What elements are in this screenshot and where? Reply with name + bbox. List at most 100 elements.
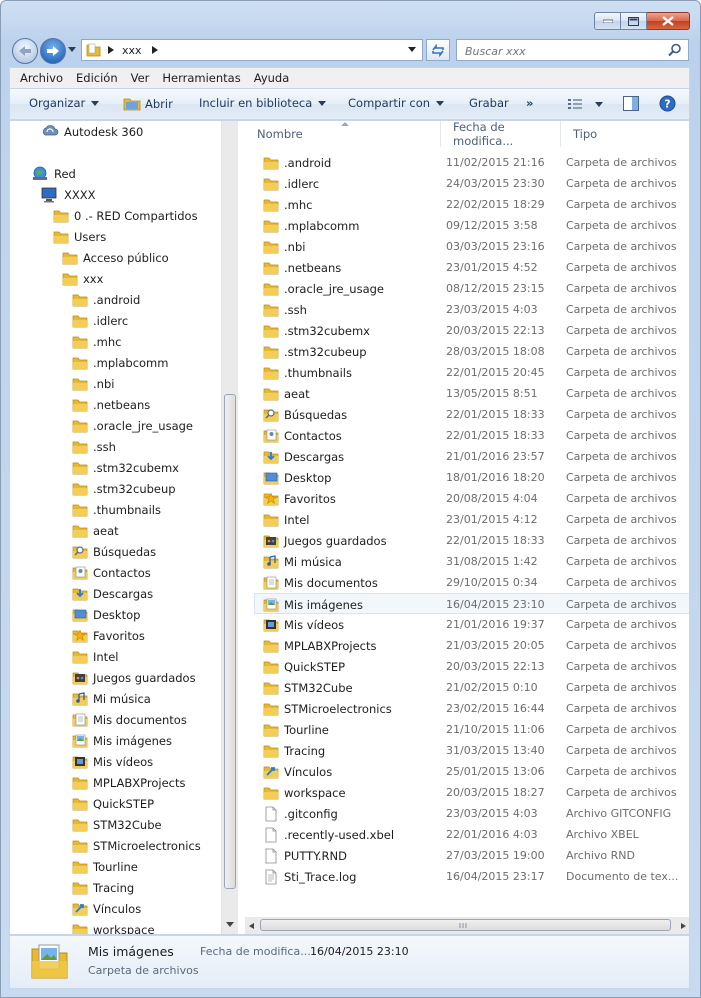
file-row[interactable]: Búsquedas 22/01/2015 18:33 Carpeta de arch… <box>255 404 689 425</box>
search-icon[interactable] <box>668 43 682 57</box>
scroll-down-arrow-icon[interactable] <box>226 922 234 927</box>
file-row[interactable]: aeat 13/05/2015 8:51 Carpeta de archivos <box>255 383 689 404</box>
address-bar[interactable]: xxx <box>81 39 423 61</box>
nav-item[interactable]: Descargas <box>72 583 153 604</box>
file-row[interactable]: Mi música 31/08/2015 1:42 Carpeta de archi… <box>255 551 689 572</box>
file-row[interactable]: .stm32cubeup 28/03/2015 18:08 Carpeta de a… <box>255 341 689 362</box>
file-row[interactable]: STM32Cube 21/02/2015 0:10 Carpeta de archi… <box>255 677 689 698</box>
file-row[interactable]: .recently-used.xbel 22/01/2016 4:03 Archiv… <box>255 824 689 845</box>
file-row[interactable]: QuickSTEP 20/03/2015 22:13 Carpeta de arch… <box>255 656 689 677</box>
file-row[interactable]: .netbeans 23/01/2015 4:52 Carpeta de archi… <box>255 257 689 278</box>
nav-item[interactable]: .ssh <box>72 436 116 457</box>
nav-item[interactable]: 0 .- RED Compartidos <box>53 205 198 226</box>
chevron-down-icon[interactable] <box>408 47 416 52</box>
nav-item[interactable]: .stm32cubeup <box>72 478 176 499</box>
scroll-left-arrow-icon[interactable] <box>249 923 254 929</box>
column-name-header[interactable]: Nombre <box>245 121 441 147</box>
nav-item[interactable]: Búsquedas <box>72 541 156 562</box>
file-row[interactable]: Descargas 21/01/2016 23:57 Carpeta de arch… <box>255 446 689 467</box>
file-row[interactable]: .oracle_jre_usage 08/12/2015 23:15 Carpeta… <box>255 278 689 299</box>
forward-button[interactable] <box>40 38 66 64</box>
file-row[interactable]: Mis imágenes 16/04/2015 23:10 Carpeta de a… <box>254 593 689 614</box>
nav-item[interactable]: .stm32cubemx <box>72 457 179 478</box>
nav-item[interactable]: Tracing <box>72 877 134 898</box>
column-type-header[interactable]: Tipo <box>561 121 689 147</box>
minimize-button[interactable] <box>594 12 621 30</box>
file-row[interactable]: MPLABXProjects 21/03/2015 20:05 Carpeta de… <box>255 635 689 656</box>
nav-item[interactable]: .android <box>72 289 140 310</box>
nav-item[interactable]: .oracle_jre_usage <box>72 415 193 436</box>
nav-item[interactable]: Mis documentos <box>72 709 187 730</box>
nav-item[interactable]: .mplabcomm <box>72 352 168 373</box>
nav-item[interactable]: Desktop <box>72 604 140 625</box>
menu-ver[interactable]: Ver <box>131 71 150 85</box>
nav-item[interactable]: .thumbnails <box>72 499 161 520</box>
nav-item[interactable]: Mis vídeos <box>72 751 153 772</box>
menu-herramientas[interactable]: Herramientas <box>162 71 240 85</box>
breadcrumb-arrow-icon[interactable] <box>151 46 158 54</box>
nav-item[interactable]: Mis imágenes <box>72 730 172 751</box>
horizontal-scrollbar-thumb[interactable] <box>260 919 671 931</box>
file-row[interactable]: Intel 23/01/2015 4:12 Carpeta de archivos <box>255 509 689 530</box>
file-row[interactable]: Mis documentos 29/10/2015 0:34 Carpeta de … <box>255 572 689 593</box>
nav-item[interactable]: MPLABXProjects <box>72 772 186 793</box>
navigation-scrollbar-thumb[interactable] <box>224 394 236 889</box>
nav-item[interactable]: Juegos guardados <box>72 667 196 688</box>
file-row[interactable]: PUTTY.RND 27/03/2015 19:00 Archivo RND <box>255 845 689 866</box>
nav-item[interactable]: .nbi <box>72 373 114 394</box>
file-row[interactable]: Desktop 18/01/2016 18:20 Carpeta de archiv… <box>255 467 689 488</box>
recent-pages-dropdown[interactable] <box>68 47 76 52</box>
nav-item[interactable]: .idlerc <box>72 310 128 331</box>
column-date-header[interactable]: Fecha de modifica... <box>441 121 561 148</box>
file-row[interactable]: Tourline 21/10/2015 11:06 Carpeta de archi… <box>255 719 689 740</box>
breadcrumb-current[interactable]: xxx <box>122 44 142 57</box>
nav-item[interactable]: STM32Cube <box>72 814 162 835</box>
more-commands-button[interactable]: » <box>526 96 533 110</box>
file-row[interactable]: .ssh 23/03/2015 4:03 Carpeta de archivos <box>255 299 689 320</box>
nav-item[interactable]: workspace <box>72 919 155 934</box>
refresh-button[interactable] <box>426 39 450 61</box>
nav-item[interactable]: Tourline <box>72 856 138 877</box>
nav-item[interactable]: Red <box>31 163 76 184</box>
horizontal-scrollbar[interactable] <box>245 917 689 934</box>
close-button[interactable] <box>647 12 690 30</box>
nav-item[interactable]: Mi música <box>72 688 151 709</box>
file-row[interactable]: Vínculos 25/01/2015 13:06 Carpeta de archi… <box>255 761 689 782</box>
nav-item[interactable]: Autodesk 360 <box>41 121 143 142</box>
pane-splitter[interactable] <box>238 121 245 934</box>
file-row[interactable]: Mis vídeos 21/01/2016 19:37 Carpeta de arc… <box>255 614 689 635</box>
preview-pane-button[interactable] <box>623 96 639 111</box>
nav-item[interactable]: xxx <box>62 268 103 289</box>
share-with-button[interactable]: Compartir con <box>348 96 445 110</box>
nav-item[interactable]: Contactos <box>72 562 151 583</box>
nav-item[interactable]: QuickSTEP <box>72 793 154 814</box>
file-row[interactable]: .mplabcomm 09/12/2015 3:58 Carpeta de arch… <box>255 215 689 236</box>
file-row[interactable]: Juegos guardados 22/01/2015 18:33 Carpeta … <box>255 530 689 551</box>
file-row[interactable]: .idlerc 24/03/2015 23:30 Carpeta de archiv… <box>255 173 689 194</box>
nav-item[interactable]: Favoritos <box>72 625 145 646</box>
nav-item[interactable]: .netbeans <box>72 394 150 415</box>
file-row[interactable]: .stm32cubemx 20/03/2015 22:13 Carpeta de a… <box>255 320 689 341</box>
change-view-button[interactable] <box>567 97 603 111</box>
nav-item[interactable]: STMicroelectronics <box>72 835 201 856</box>
open-button[interactable]: Abrir <box>123 96 173 111</box>
maximize-button[interactable] <box>621 12 647 30</box>
file-row[interactable]: .thumbnails 22/01/2015 20:45 Carpeta de ar… <box>255 362 689 383</box>
file-row[interactable]: Sti_Trace.log 16/04/2015 23:17 Documento d… <box>255 866 689 887</box>
menu-edicion[interactable]: Edición <box>76 71 118 85</box>
nav-item[interactable]: Vínculos <box>72 898 141 919</box>
file-row[interactable]: workspace 20/03/2015 18:27 Carpeta de arch… <box>255 782 689 803</box>
file-row[interactable]: .android 11/02/2015 21:16 Carpeta de archi… <box>255 152 689 173</box>
organize-button[interactable]: Organizar <box>29 96 100 110</box>
burn-button[interactable]: Grabar <box>469 96 509 110</box>
nav-item[interactable]: aeat <box>72 520 119 541</box>
file-row[interactable]: Tracing 31/03/2015 13:40 Carpeta de archiv… <box>255 740 689 761</box>
nav-item[interactable]: Acceso público <box>62 247 169 268</box>
nav-item[interactable]: Intel <box>72 646 118 667</box>
back-button[interactable] <box>12 38 38 64</box>
file-row[interactable]: STMicroelectronics 23/02/2015 16:44 Carpet… <box>255 698 689 719</box>
file-row[interactable]: Contactos 22/01/2015 18:33 Carpeta de arch… <box>255 425 689 446</box>
file-row[interactable]: .gitconfig 23/03/2015 4:03 Archivo GITCONF… <box>255 803 689 824</box>
nav-item[interactable]: XXXX <box>41 184 96 205</box>
file-row[interactable]: Favoritos 20/08/2015 4:04 Carpeta de archi… <box>255 488 689 509</box>
